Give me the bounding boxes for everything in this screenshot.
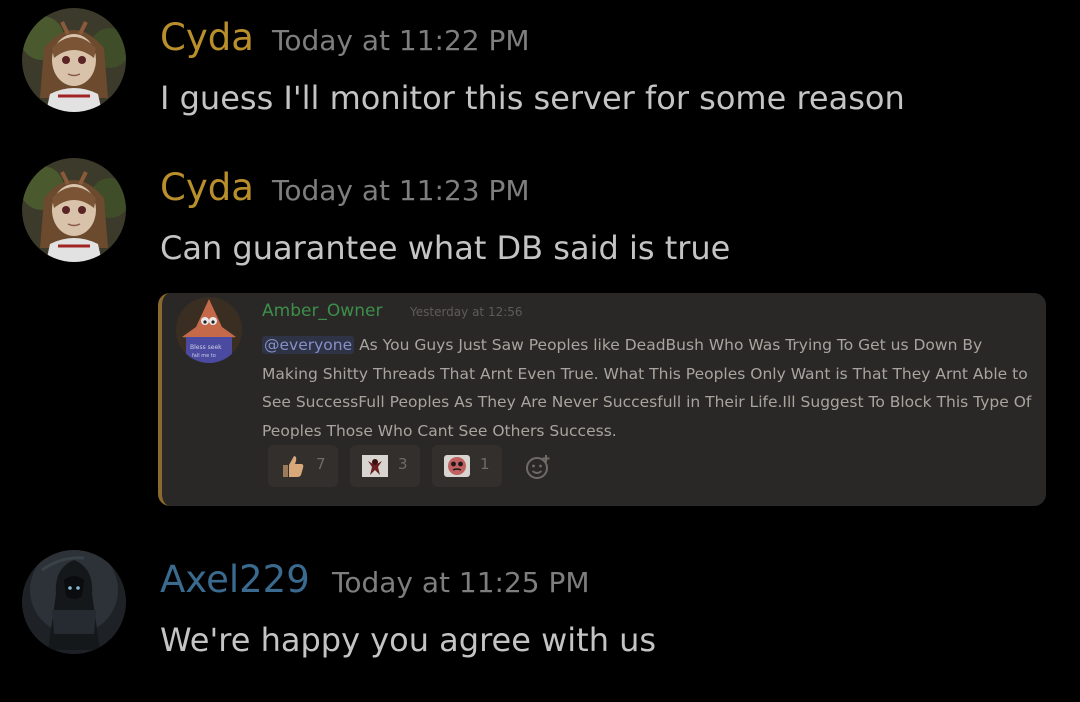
- message-content: We're happy you agree with us: [160, 621, 657, 659]
- message-username[interactable]: Cyda: [160, 16, 254, 60]
- message-3: Axel229 Today at 11:25 PM We're happy yo…: [0, 540, 1080, 702]
- embed-body-text: As You Guys Just Saw Peoples like DeadBu…: [262, 336, 1032, 440]
- custom-emoji-figure-icon: [362, 455, 388, 477]
- message-username[interactable]: Axel229: [160, 558, 310, 602]
- message-timestamp: Today at 11:22 PM: [272, 24, 530, 57]
- reaction-count: 3: [398, 455, 408, 473]
- reaction-custom-face: 1: [432, 445, 502, 487]
- embedded-message-screenshot[interactable]: Bless seek fall me to Amber_Owner Yester…: [158, 293, 1046, 506]
- reaction-count: 1: [480, 455, 490, 473]
- message-content: Can guarantee what DB said is true: [160, 229, 731, 267]
- add-reaction-icon: [526, 455, 550, 479]
- embed-timestamp: Yesterday at 12:56: [410, 305, 523, 319]
- svg-text:fall me to: fall me to: [192, 353, 216, 359]
- message-timestamp: Today at 11:23 PM: [272, 174, 530, 207]
- embed-text: @everyone As You Guys Just Saw Peoples l…: [262, 331, 1032, 445]
- svg-text:Bless seek: Bless seek: [190, 344, 222, 351]
- reaction-custom-figure: 3: [350, 445, 420, 487]
- patrick-star-avatar: Bless seek fall me to: [176, 297, 242, 363]
- message-timestamp: Today at 11:25 PM: [332, 566, 590, 599]
- anime-girl-avatar[interactable]: [22, 8, 126, 112]
- embed-username: Amber_Owner: [262, 301, 383, 321]
- hooded-warrior-avatar[interactable]: [22, 550, 126, 654]
- message-username[interactable]: Cyda: [160, 166, 254, 210]
- message-content: I guess I'll monitor this server for som…: [160, 79, 905, 117]
- custom-emoji-face-icon: [444, 455, 470, 477]
- thumbs-up-icon: [283, 456, 304, 477]
- everyone-mention: @everyone: [262, 336, 355, 354]
- anime-girl-avatar[interactable]: [22, 158, 126, 262]
- reaction-count: 7: [316, 455, 326, 473]
- reaction-thumbs-up: 7: [268, 445, 338, 487]
- message-1: Cyda Today at 11:22 PM I guess I'll moni…: [0, 0, 1080, 140]
